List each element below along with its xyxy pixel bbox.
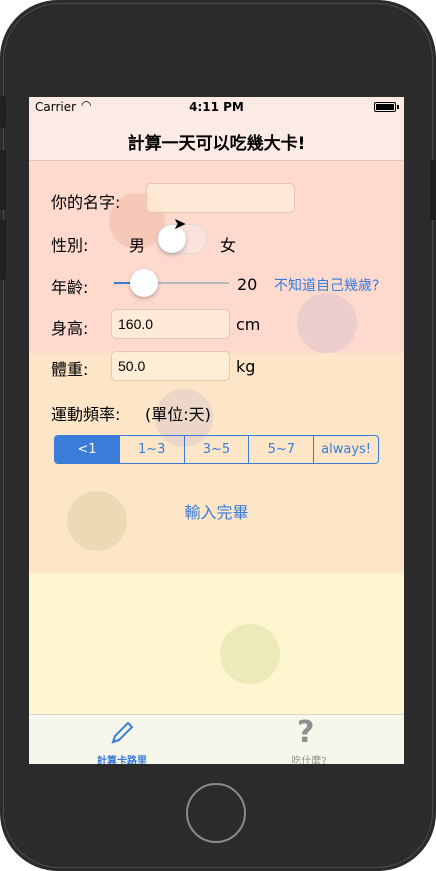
tab-calorie-label: 計算卡路里 [97, 756, 147, 764]
age-value: 20 [237, 275, 258, 294]
question-icon: ? [297, 715, 315, 750]
weight-label: 體重: [51, 360, 89, 379]
name-label: 你的名字: [51, 193, 121, 212]
volume-down-button [0, 220, 6, 280]
mute-switch [0, 96, 6, 128]
weight-input[interactable] [111, 351, 230, 381]
home-button[interactable] [186, 783, 246, 843]
age-label: 年齡: [51, 278, 89, 297]
yoga-icon [220, 624, 280, 684]
segment-lt1[interactable]: <1 [55, 436, 120, 463]
segment-3-5[interactable]: 3~5 [185, 436, 250, 463]
pencil-icon [111, 721, 134, 744]
mouse-cursor-icon: ➤ [173, 214, 187, 233]
segment-always[interactable]: always! [314, 436, 378, 463]
height-input[interactable] [111, 309, 230, 339]
height-unit: cm [236, 315, 261, 334]
navigation-bar: 計算一天可以吃幾大卡! [29, 117, 404, 161]
tab-what-to-eat-label: 吃什麼? [291, 756, 327, 764]
tab-calorie[interactable]: 計算卡路里 [82, 715, 162, 764]
app-screen: Carrier ◠ 4:11 PM 計算一天可以吃幾大卡! 你的名字: 性別: … [29, 97, 404, 764]
gender-label: 性別: [51, 236, 89, 255]
status-bar: Carrier ◠ 4:11 PM [29, 97, 404, 117]
gender-female-label: 女 [220, 236, 237, 255]
weight-unit: kg [236, 357, 256, 376]
volume-up-button [0, 150, 6, 210]
height-label: 身高: [51, 319, 89, 338]
segment-1-3[interactable]: 1~3 [120, 436, 185, 463]
name-input[interactable] [146, 183, 295, 213]
segment-5-7[interactable]: 5~7 [249, 436, 315, 463]
submit-button[interactable]: 輸入完畢 [29, 499, 404, 523]
gender-male-label: 男 [129, 236, 146, 255]
age-slider-thumb[interactable] [130, 269, 158, 297]
tab-what-to-eat[interactable]: ? 吃什麼? [269, 715, 349, 764]
status-time: 4:11 PM [189, 100, 244, 114]
tab-bar: 計算卡路里 ? 吃什麼? [29, 714, 404, 764]
age-unknown-link[interactable]: 不知道自己幾歲? [274, 275, 379, 295]
exercise-segmented-control[interactable]: <1 1~3 3~5 5~7 always! [54, 435, 379, 464]
battery-icon [374, 102, 399, 112]
climber-icon [297, 293, 357, 353]
exercise-unit: (單位:天) [145, 405, 211, 424]
exercise-label: 運動頻率: [51, 405, 121, 424]
power-button [430, 160, 436, 220]
page-title: 計算一天可以吃幾大卡! [127, 134, 306, 154]
